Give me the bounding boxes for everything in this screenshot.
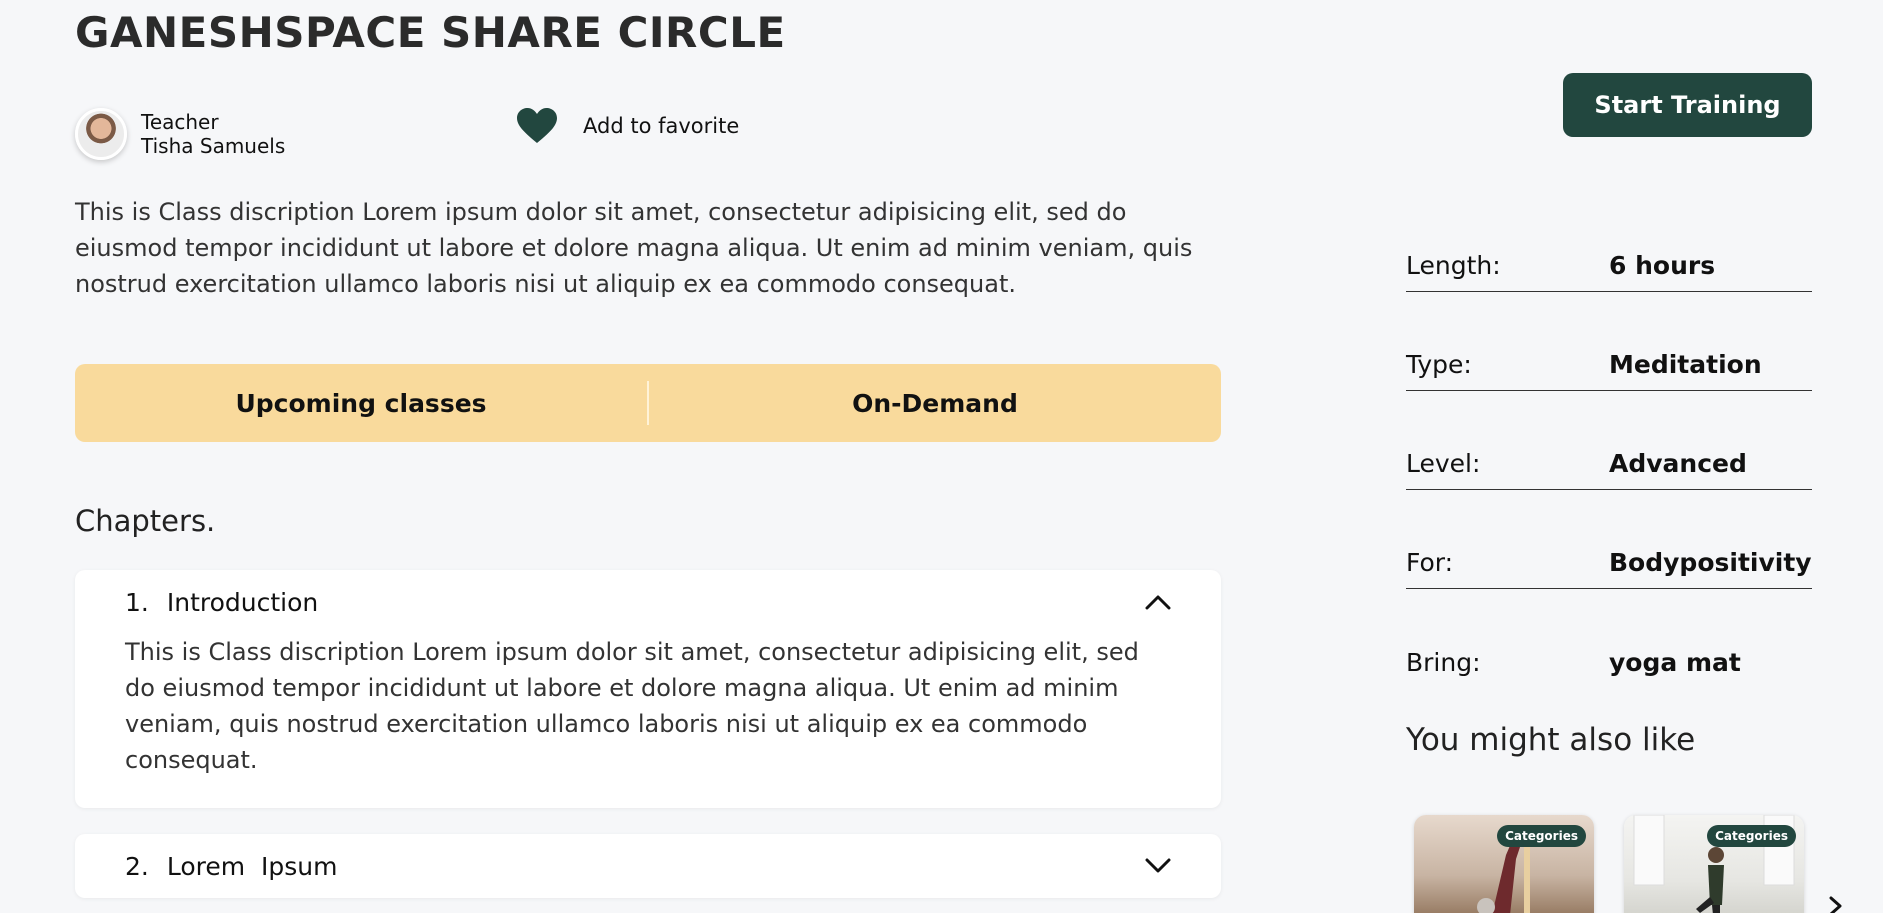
category-badge: Categories	[1497, 825, 1586, 847]
detail-label: For:	[1406, 548, 1454, 577]
tab-upcoming-classes[interactable]: Upcoming classes	[75, 389, 647, 418]
class-tabs: Upcoming classes On-Demand	[75, 364, 1221, 442]
chapter-number: 2.	[125, 851, 149, 881]
detail-value: yoga mat	[1609, 647, 1741, 677]
category-badge: Categories	[1707, 825, 1796, 847]
chevron-up-icon[interactable]	[1145, 594, 1171, 610]
recommendation-card[interactable]: Categories	[1624, 815, 1804, 913]
chapter-item-1: 1. Introduction This is Class discriptio…	[75, 570, 1221, 808]
chapter-title-2: 2. Lorem Ipsum	[125, 852, 337, 881]
detail-value: Bodypositivity	[1609, 548, 1812, 577]
recommendations-heading: You might also like	[1406, 722, 1696, 758]
start-training-button[interactable]: Start Training	[1563, 73, 1812, 137]
detail-row-level: Level: Advanced	[1406, 438, 1812, 490]
chevron-right-icon[interactable]	[1828, 896, 1844, 913]
teacher-avatar[interactable]	[75, 108, 127, 160]
detail-row-bring: Bring: yoga mat	[1406, 636, 1812, 688]
detail-row-type: Type: Meditation	[1406, 339, 1812, 391]
tab-on-demand[interactable]: On-Demand	[649, 389, 1221, 418]
chapter-header-2[interactable]: 2. Lorem Ipsum	[75, 834, 1221, 898]
favorite-label[interactable]: Add to favorite	[583, 114, 739, 138]
detail-label: Level:	[1406, 449, 1481, 478]
teacher-text: Teacher Tisha Samuels	[141, 110, 285, 158]
chapters-heading: Chapters.	[75, 504, 216, 538]
chapter-title-1: 1. Introduction	[125, 588, 318, 617]
chapter-name: Lorem Ipsum	[166, 851, 338, 881]
detail-row-length: Length: 6 hours	[1406, 240, 1812, 292]
heart-icon[interactable]	[517, 108, 557, 144]
add-to-favorite-button[interactable]: Add to favorite	[517, 108, 739, 144]
chapter-item-2: 2. Lorem Ipsum	[75, 834, 1221, 898]
detail-value: Meditation	[1609, 350, 1762, 379]
page-title: GANESHSPACE SHARE CIRCLE	[75, 8, 786, 57]
teacher-info: Teacher Tisha Samuels	[75, 108, 285, 160]
class-description: This is Class discription Lorem ipsum do…	[75, 198, 1193, 298]
detail-label: Type:	[1406, 350, 1472, 379]
teacher-name[interactable]: Tisha Samuels	[141, 134, 285, 158]
detail-label: Bring:	[1406, 647, 1481, 677]
chapter-body-1: This is Class discription Lorem ipsum do…	[125, 638, 1139, 774]
recommendation-card[interactable]: Categories	[1414, 815, 1594, 913]
chapter-name: Introduction	[166, 587, 319, 617]
chevron-down-icon[interactable]	[1145, 858, 1171, 874]
teacher-role: Teacher	[141, 110, 219, 134]
chapter-header-1[interactable]: 1. Introduction	[75, 570, 1221, 634]
class-details: Length: 6 hours Type: Meditation Level: …	[1406, 240, 1812, 735]
detail-value: Advanced	[1609, 449, 1747, 478]
chapter-number: 1.	[125, 587, 149, 617]
detail-row-for: For: Bodypositivity	[1406, 537, 1812, 589]
detail-label: Length:	[1406, 251, 1501, 280]
detail-value: 6 hours	[1609, 251, 1716, 280]
